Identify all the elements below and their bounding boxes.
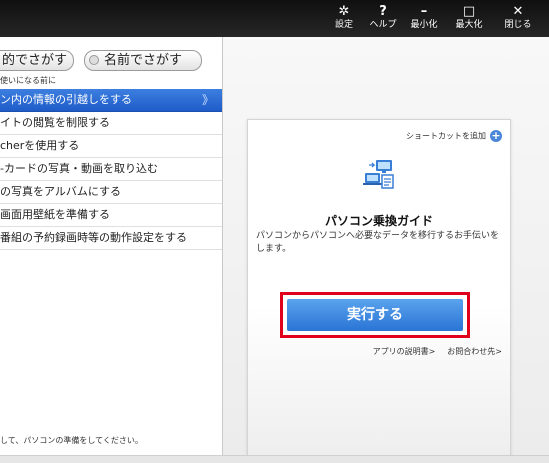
settings-button[interactable]: ✲ 設定: [328, 3, 360, 35]
close-button[interactable]: ✕ 閉じる: [500, 3, 536, 35]
maximize-icon: □: [462, 4, 476, 19]
search-by-name-label: 名前でさがす: [104, 53, 183, 68]
list-item[interactable]: 画面用壁紙を準備する: [0, 204, 222, 227]
gear-icon: ✲: [338, 4, 350, 19]
list-item[interactable]: -カードの写真・動画を取り込む: [0, 158, 222, 181]
list-item[interactable]: 番組の予約録画時等の動作設定をする: [0, 227, 222, 250]
app-manual-link[interactable]: アプリの説明書>: [373, 347, 436, 356]
minimize-label: 最小化: [410, 20, 438, 30]
app-description: パソコンからパソコンへ必要なデータを移行するお手伝いをします。: [256, 231, 500, 254]
list-item-label: の写真をアルバムにする: [0, 185, 121, 198]
list-item[interactable]: cherを使用する: [0, 135, 222, 158]
add-shortcut-button[interactable]: ショートカットを追加 +: [406, 130, 502, 142]
highlight-frame: 実行する: [280, 292, 470, 338]
maximize-button[interactable]: □ 最大化: [449, 3, 489, 35]
minimize-icon: –: [420, 4, 428, 19]
footnote-text: して、パソコンの準備をしてください。: [0, 436, 143, 445]
list-item[interactable]: ン内の情報の引越しをする 》: [0, 89, 222, 112]
plus-icon: +: [490, 129, 502, 142]
double-chevron-right-icon: 》: [201, 93, 214, 107]
app-list-pane: 的でさがす 名前でさがす 使いになる前に ン内の情報の引越しをする 》 イトの閲…: [0, 37, 223, 455]
app-title: パソコン乗換ガイド: [324, 214, 433, 228]
list-item-label: 番組の予約録画時等の動作設定をする: [0, 231, 187, 244]
search-by-name-toggle[interactable]: 名前でさがす: [84, 50, 202, 71]
close-label: 閉じる: [504, 20, 532, 30]
help-label: ヘルプ: [369, 20, 397, 30]
list-item-label: イトの閲覧を制限する: [0, 116, 110, 129]
contact-link[interactable]: お問合わせ先>: [447, 347, 502, 356]
list-item[interactable]: イトの閲覧を制限する: [0, 112, 222, 135]
list-item-label: cherを使用する: [0, 139, 80, 152]
list-item-label: 画面用壁紙を準備する: [0, 208, 110, 221]
maximize-label: 最大化: [455, 20, 483, 30]
add-shortcut-label: ショートカットを追加: [406, 131, 486, 141]
app-detail-card: ショートカットを追加 + パソコン乗換ガイド パソコンからパソコンへ必要なデータを…: [247, 119, 511, 457]
help-icon: ?: [379, 4, 387, 19]
minimize-button[interactable]: – 最小化: [404, 3, 444, 35]
pc-transfer-icon: [363, 160, 394, 189]
category-heading: 使いになる前に: [0, 76, 56, 85]
help-button[interactable]: ? ヘルプ: [364, 3, 402, 35]
list-item-label: ン内の情報の引越しをする: [0, 93, 132, 106]
run-button[interactable]: 実行する: [287, 299, 463, 331]
settings-label: 設定: [334, 20, 353, 30]
close-icon: ✕: [512, 4, 524, 19]
card-links: アプリの説明書> お問合わせ先>: [248, 346, 502, 357]
list-item-label: -カードの写真・動画を取り込む: [0, 162, 158, 175]
radio-icon: [89, 54, 99, 65]
title-bar: ✲ 設定 ? ヘルプ – 最小化 □ 最大化 ✕ 閉じる: [0, 0, 549, 37]
detail-pane: ショートカットを追加 + パソコン乗換ガイド パソコンからパソコンへ必要なデータを…: [223, 37, 549, 457]
list-item[interactable]: の写真をアルバムにする: [0, 181, 222, 204]
search-by-purpose-toggle[interactable]: 的でさがす: [0, 50, 74, 71]
search-by-purpose-label: 的でさがす: [1, 53, 67, 68]
